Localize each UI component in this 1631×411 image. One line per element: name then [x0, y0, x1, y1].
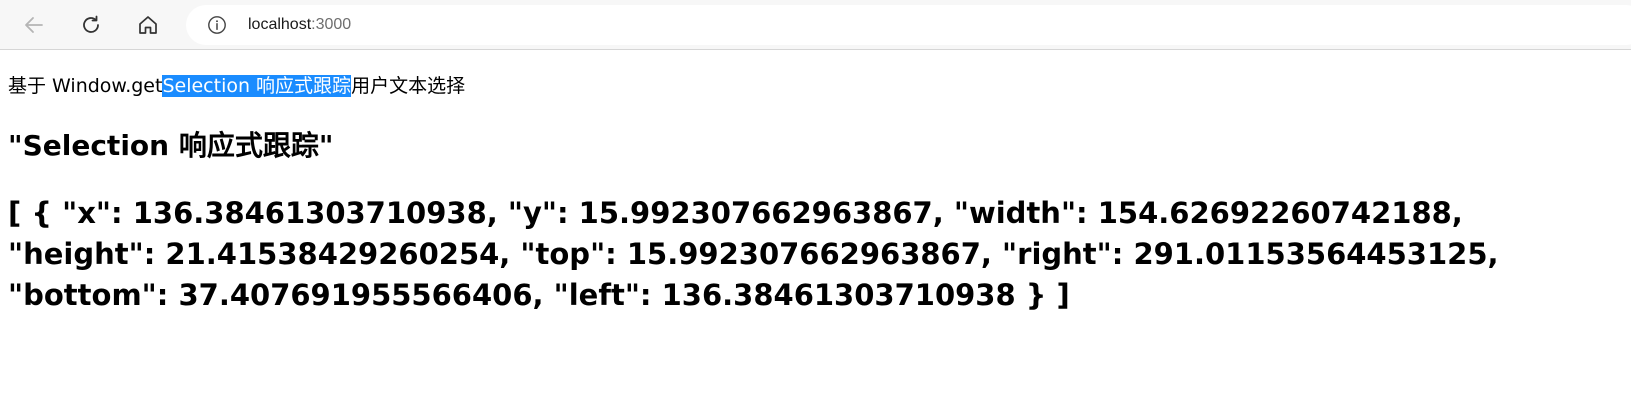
url-host: localhost [248, 16, 312, 33]
reload-icon [83, 15, 99, 33]
selected-text[interactable]: Selection 响应式跟踪 [162, 75, 352, 97]
browser-toolbar: localhost:3000 [0, 0, 1631, 50]
intro-text-after: 用户文本选择 [351, 75, 466, 97]
selection-text-heading: "Selection 响应式跟踪" [8, 129, 334, 162]
reload-button[interactable] [74, 8, 108, 42]
url-port: :3000 [311, 16, 352, 33]
home-button[interactable] [131, 8, 165, 42]
arrow-left-icon [25, 17, 43, 33]
selection-rects-json: [ { "x": 136.38461303710938, "y": 15.992… [8, 196, 1499, 312]
back-button[interactable] [17, 8, 51, 42]
home-icon [139, 16, 157, 34]
intro-text-before: 基于 Window.get [8, 75, 163, 97]
intro-paragraph: 基于 Window.getSelection 响应式跟踪用户文本选择 [8, 72, 465, 100]
info-icon[interactable] [207, 15, 227, 35]
address-bar[interactable]: localhost:3000 [186, 5, 1631, 45]
url-text[interactable]: localhost:3000 [248, 15, 351, 35]
